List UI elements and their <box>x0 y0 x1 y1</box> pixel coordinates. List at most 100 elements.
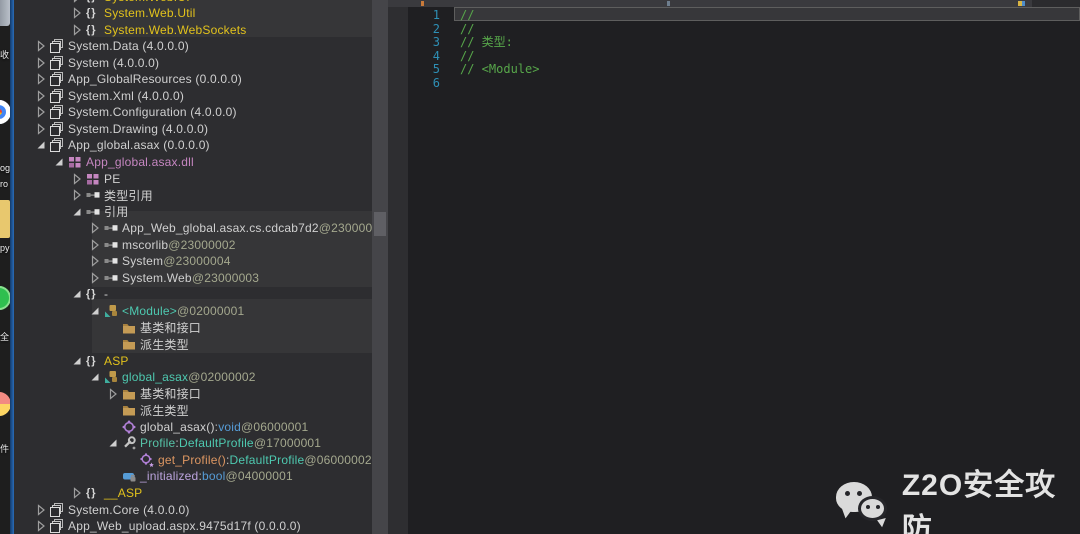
chevron-collapsed-icon[interactable] <box>34 519 50 533</box>
chevron-collapsed-icon[interactable] <box>34 503 50 517</box>
code-line[interactable]: 2 // <box>388 22 1080 36</box>
code-line[interactable]: 5 // <Module> <box>388 62 1080 76</box>
folder-icon <box>122 403 140 417</box>
code-line[interactable]: 6 <box>388 76 1080 90</box>
tree-item[interactable]: App_GlobalResources (0.0.0.0) <box>14 71 372 88</box>
chevron-none <box>106 469 122 483</box>
chevron-collapsed-icon[interactable] <box>88 254 104 268</box>
breadcrumb-bar[interactable] <box>388 0 1080 7</box>
tree-item[interactable]: App_Web_upload.aspx.9475d17f (0.0.0.0) <box>14 518 372 534</box>
chevron-expanded-icon[interactable] <box>52 155 68 169</box>
chevron-collapsed-icon[interactable] <box>70 23 86 37</box>
tree-item[interactable]: 基类和接口 <box>14 385 372 402</box>
chevron-expanded-icon[interactable] <box>70 205 86 219</box>
tree-item[interactable]: {} __ASP <box>14 485 372 502</box>
code-line[interactable]: 3 // 类型: <box>388 35 1080 49</box>
tree-item[interactable]: System.Data (4.0.0.0) <box>14 38 372 55</box>
tree-item[interactable]: {} - <box>14 286 372 303</box>
code-line[interactable]: 1 // <box>388 8 1080 22</box>
module-icon <box>68 155 86 169</box>
tree-item[interactable]: 派生类型 <box>14 336 372 353</box>
namespace-icon: {} <box>86 354 97 367</box>
tree-item[interactable]: System (4.0.0.0) <box>14 54 372 71</box>
tree-item[interactable]: {} System.Web.Util <box>14 5 372 22</box>
folder-icon[interactable] <box>0 200 10 238</box>
chrome-icon[interactable] <box>0 100 10 124</box>
green-plus-icon[interactable] <box>0 286 10 310</box>
tree-item[interactable]: System.Core (4.0.0.0) <box>14 501 372 518</box>
tree-item-label: System <box>122 254 164 269</box>
tree-item[interactable]: Profile : DefaultProfile @17000001 <box>14 435 372 452</box>
tree-item[interactable]: System.Drawing (4.0.0.0) <box>14 120 372 137</box>
chevron-expanded-icon[interactable] <box>88 370 104 384</box>
tree-item[interactable]: _initialized : bool @04000001 <box>14 468 372 485</box>
line-text: // <Module> <box>460 62 540 76</box>
chevron-collapsed-icon[interactable] <box>34 89 50 103</box>
chevron-expanded-icon[interactable] <box>70 354 86 368</box>
tree-item-label: 基类和接口 <box>140 321 202 335</box>
chevron-collapsed-icon[interactable] <box>34 72 50 86</box>
tree-item-label: @06000001 <box>241 419 309 434</box>
tree-item[interactable]: 类型引用 <box>14 187 372 204</box>
tree-item[interactable]: System @23000004 <box>14 253 372 270</box>
chevron-collapsed-icon[interactable] <box>34 56 50 70</box>
chevron-expanded-icon[interactable] <box>88 304 104 318</box>
tree-item[interactable]: {} ASP <box>14 352 372 369</box>
chevron-expanded-icon[interactable] <box>34 138 50 152</box>
tree-item-label: @23000002 <box>168 237 236 252</box>
tree-item[interactable]: {} System.Web.WebSockets <box>14 21 372 38</box>
tree-item[interactable]: <Module> @02000001 <box>14 302 372 319</box>
tree-item[interactable]: 基类和接口 <box>14 319 372 336</box>
tree-item-label: - <box>104 287 109 302</box>
tree-item[interactable]: mscorlib @23000002 <box>14 236 372 253</box>
assembly-explorer[interactable]: {}System.Web.UI{}System.Web.Util{}System… <box>14 0 372 534</box>
chevron-collapsed-icon[interactable] <box>70 486 86 500</box>
tree-item[interactable]: PE <box>14 170 372 187</box>
tree-item-label: 类型引用 <box>104 188 153 203</box>
code-editor[interactable]: 1 // 2 // 3 // 类型: 4 // 5 // <Module> 6 <box>388 0 1080 534</box>
tree-item[interactable]: System.Web @23000003 <box>14 269 372 286</box>
chevron-expanded-icon[interactable] <box>70 287 86 301</box>
chevron-none <box>106 420 122 434</box>
chevron-collapsed-icon[interactable] <box>34 105 50 119</box>
chevron-collapsed-icon[interactable] <box>70 188 86 202</box>
tree-item-label: System.Data (4.0.0.0) <box>68 39 189 54</box>
watermark-text: Z2O安全攻防 <box>901 469 1057 534</box>
chevron-expanded-icon[interactable] <box>106 436 122 450</box>
code-line[interactable]: 4 // <box>388 49 1080 63</box>
chevron-collapsed-icon[interactable] <box>70 0 86 4</box>
namespace-icon: {} <box>86 7 97 20</box>
chevron-collapsed-icon[interactable] <box>34 39 50 53</box>
chevron-collapsed-icon[interactable] <box>70 172 86 186</box>
tree-item[interactable]: 引用 <box>14 203 372 220</box>
colorful-app-icon[interactable] <box>0 392 10 416</box>
tree-item[interactable]: global_asax @02000002 <box>14 369 372 386</box>
recycle-bin-icon[interactable] <box>0 0 10 26</box>
tree-item[interactable]: 派生类型 <box>14 402 372 419</box>
tree-item[interactable]: App_Web_global.asax.cs.cdcab7d2 @2300000… <box>14 220 372 237</box>
tree-item[interactable]: App_global.asax.dll <box>14 154 372 171</box>
tree-scrollbar[interactable] <box>372 0 388 534</box>
desktop-label: 全 <box>0 332 10 342</box>
tree-item[interactable]: App_global.asax (0.0.0.0) <box>14 137 372 154</box>
tree-item-label: DefaultProfile <box>178 436 254 451</box>
tree-item-label: __ASP <box>104 486 143 500</box>
chevron-collapsed-icon[interactable] <box>70 6 86 20</box>
tree-item[interactable]: get_Profile() : DefaultProfile @06000002 <box>14 451 372 468</box>
tree-item-label: System.Web <box>122 270 192 285</box>
tree-item[interactable]: System.Configuration (4.0.0.0) <box>14 104 372 121</box>
assembly-icon <box>50 72 68 87</box>
chevron-collapsed-icon[interactable] <box>34 122 50 136</box>
chevron-collapsed-icon[interactable] <box>88 221 104 235</box>
assembly-icon <box>50 55 68 70</box>
tree-item[interactable]: global_asax() : void @06000001 <box>14 418 372 435</box>
chevron-collapsed-icon[interactable] <box>88 238 104 252</box>
assembly-icon <box>50 138 68 153</box>
chevron-collapsed-icon[interactable] <box>106 387 122 401</box>
scrollbar-thumb[interactable] <box>374 212 386 236</box>
tree-item[interactable]: System.Xml (4.0.0.0) <box>14 87 372 104</box>
tree-item-label: App_Web_upload.aspx.9475d17f (0.0.0.0) <box>68 519 301 534</box>
chevron-collapsed-icon[interactable] <box>88 271 104 285</box>
tree-item-label: @02000002 <box>188 370 256 385</box>
line-number: 5 <box>432 62 440 76</box>
